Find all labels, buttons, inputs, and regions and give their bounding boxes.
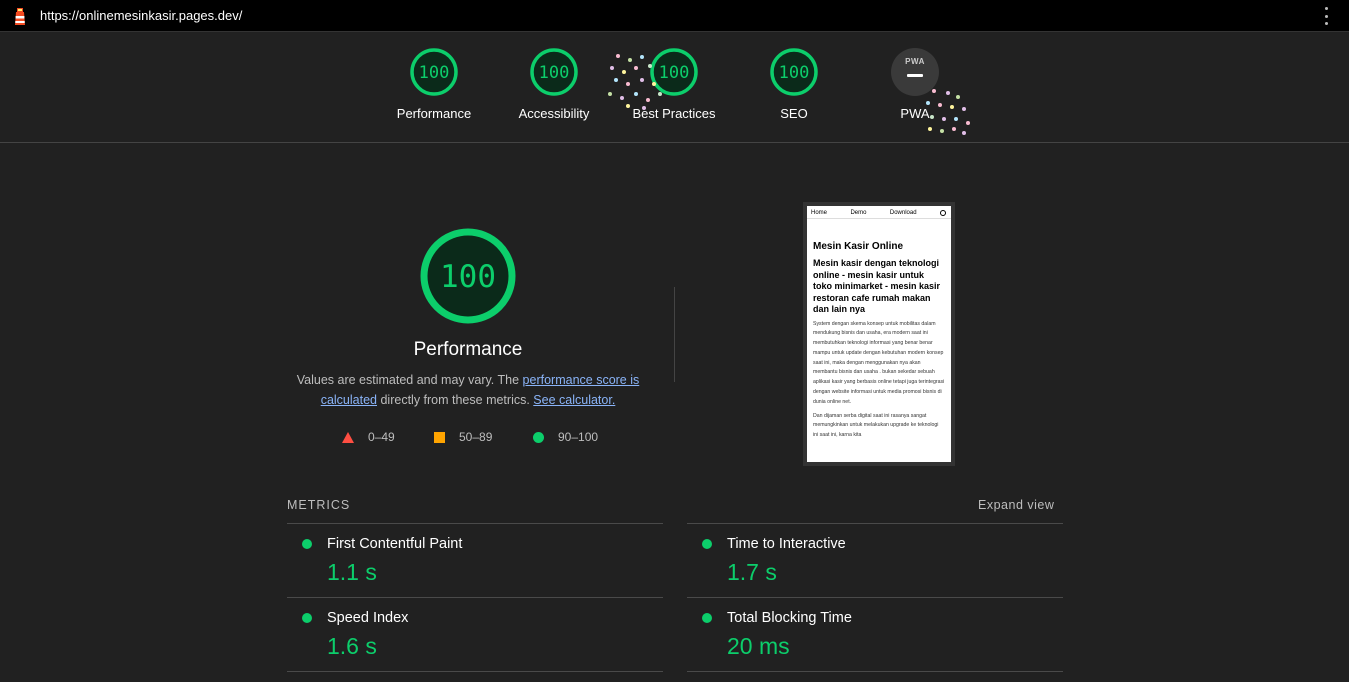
metrics-column-right: Time to Interactive 1.7 s Total Blocking… — [687, 523, 1063, 672]
screenshot-nav-item: Home — [811, 210, 828, 216]
metric-value: 1.1 s — [327, 559, 377, 585]
final-screenshot[interactable]: Home Demo Download Mesin Kasir Online Me… — [803, 202, 955, 466]
confetti-icon — [606, 52, 666, 112]
svg-text:100: 100 — [419, 63, 450, 83]
screenshot-subtitle: Mesin kasir dengan teknologi online - me… — [813, 258, 941, 314]
metric-value: 1.7 s — [727, 559, 777, 585]
metric-name: Speed Index — [327, 610, 409, 626]
menu-kebab-icon[interactable] — [1323, 7, 1329, 25]
legend-average: 50–89 — [434, 430, 492, 444]
legend-fail: 0–49 — [342, 430, 395, 444]
confetti-icon — [922, 87, 972, 137]
gauge-label: Accessibility — [518, 106, 590, 121]
metric-value: 1.6 s — [327, 633, 377, 659]
performance-gauge: 100 — [420, 228, 516, 324]
metric-name: Total Blocking Time — [727, 610, 852, 626]
github-icon — [939, 210, 946, 216]
circle-icon — [533, 431, 544, 443]
triangle-icon — [342, 431, 354, 443]
gauge-accessibility[interactable]: 100 Accessibility — [494, 48, 614, 121]
performance-description: Values are estimated and may vary. The p… — [288, 370, 648, 410]
score-ring-icon: 100 — [530, 48, 578, 96]
metric-name: First Contentful Paint — [327, 536, 463, 552]
screenshot-paragraph: Dan dijaman serba digital saat ini rasan… — [813, 412, 939, 439]
svg-text:100: 100 — [539, 63, 570, 83]
metrics-divider — [287, 671, 663, 672]
gauge-label: Performance — [396, 106, 472, 121]
metrics-divider — [687, 671, 1063, 672]
score-ring-icon: 100 — [410, 48, 458, 96]
expand-view-toggle[interactable]: Expand view — [978, 498, 1054, 512]
legend-range: 50–89 — [459, 430, 493, 444]
performance-score: 100 — [440, 259, 496, 295]
metrics-column-left: First Contentful Paint 1.1 s Speed Index… — [287, 523, 663, 672]
screenshot-title: Mesin Kasir Online — [813, 241, 904, 252]
svg-text:100: 100 — [779, 63, 810, 83]
pass-circle-icon — [302, 613, 312, 623]
metrics-heading: METRICS — [287, 498, 351, 512]
see-calculator-link[interactable]: See calculator. — [533, 393, 615, 407]
pass-circle-icon — [702, 613, 712, 623]
top-bar: https://onlinemesinkasir.pages.dev/ — [0, 0, 1349, 32]
screenshot-paragraph: System dengan skema konsep untuk mobilit… — [813, 320, 945, 405]
gauge-seo[interactable]: 100 SEO — [734, 48, 854, 121]
divider — [674, 287, 675, 382]
legend-range: 90–100 — [558, 430, 599, 444]
screenshot-nav: Home Demo Download — [807, 206, 951, 219]
score-ring-icon: 100 — [770, 48, 818, 96]
performance-title: Performance — [413, 339, 523, 360]
metric-first-contentful-paint: First Contentful Paint 1.1 s — [287, 523, 663, 597]
desc-text: directly from these metrics. — [377, 393, 534, 407]
pass-circle-icon — [302, 539, 312, 549]
gauge-performance[interactable]: 100 Performance — [374, 48, 494, 121]
gauge-label: SEO — [780, 106, 808, 121]
screenshot-nav-item: Demo — [850, 210, 867, 216]
metric-time-to-interactive: Time to Interactive 1.7 s — [687, 523, 1063, 597]
metric-speed-index: Speed Index 1.6 s — [287, 597, 663, 671]
category-header: 100 Performance 100 Accessibility 100 Be… — [0, 32, 1349, 143]
lighthouse-logo-icon — [15, 8, 25, 25]
pass-circle-icon — [702, 539, 712, 549]
page-url: https://onlinemesinkasir.pages.dev/ — [40, 8, 243, 23]
desc-text: Values are estimated and may vary. The — [296, 373, 523, 387]
square-icon — [434, 431, 445, 443]
metric-name: Time to Interactive — [727, 536, 846, 552]
metric-value: 20 ms — [727, 633, 790, 659]
metric-total-blocking-time: Total Blocking Time 20 ms — [687, 597, 1063, 671]
legend-pass: 90–100 — [533, 430, 598, 444]
legend-range: 0–49 — [368, 430, 395, 444]
screenshot-nav-item: Download — [889, 210, 917, 216]
